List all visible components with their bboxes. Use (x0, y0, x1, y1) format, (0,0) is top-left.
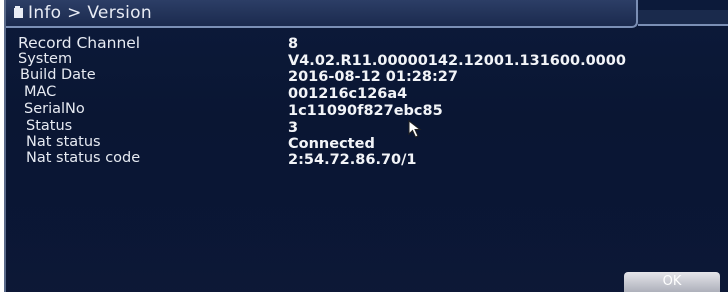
info-folder-icon (14, 6, 23, 18)
version-info-window: Info > Version Record Channel 8 System V… (4, 0, 728, 292)
info-label: Nat status code (26, 150, 141, 166)
screen-glare (6, 230, 728, 292)
info-row-system: System V4.02.R11.00000142.12001.131600.0… (18, 51, 728, 69)
info-label: SerialNo (24, 101, 85, 117)
info-label: Build Date (20, 67, 96, 83)
info-row-serialno: SerialNo 1c11090f827ebc85 (18, 101, 728, 119)
info-row-nat-status: Nat status Connected (18, 134, 728, 152)
info-row-record-channel: Record Channel 8 (18, 34, 728, 52)
title-bar: Info > Version (6, 0, 638, 28)
mouse-pointer-icon (408, 120, 422, 138)
info-row-mac: MAC 001216c126a4 (18, 84, 728, 102)
info-value: 2:54.72.86.70/1 (288, 152, 417, 168)
info-row-status: Status 3 (18, 118, 728, 136)
info-label: Nat status (26, 134, 101, 150)
info-value: 2016-08-12 01:28:27 (288, 69, 458, 85)
info-row-build-date: Build Date 2016-08-12 01:28:27 (18, 67, 728, 85)
info-label: MAC (24, 84, 57, 100)
info-label: Status (26, 118, 73, 134)
info-label: System (18, 51, 73, 67)
title-bar-extension (638, 10, 728, 26)
photo-frame: Info > Version Record Channel 8 System V… (0, 0, 728, 294)
ok-button[interactable]: OK (624, 272, 720, 292)
info-value: 001216c126a4 (288, 86, 408, 102)
info-row-nat-status-code: Nat status code 2:54.72.86.70/1 (18, 150, 728, 168)
info-value: 8 (288, 36, 299, 52)
window-title: Info > Version (28, 3, 152, 23)
info-label: Record Channel (18, 34, 141, 52)
info-value: 1c11090f827ebc85 (288, 103, 443, 119)
